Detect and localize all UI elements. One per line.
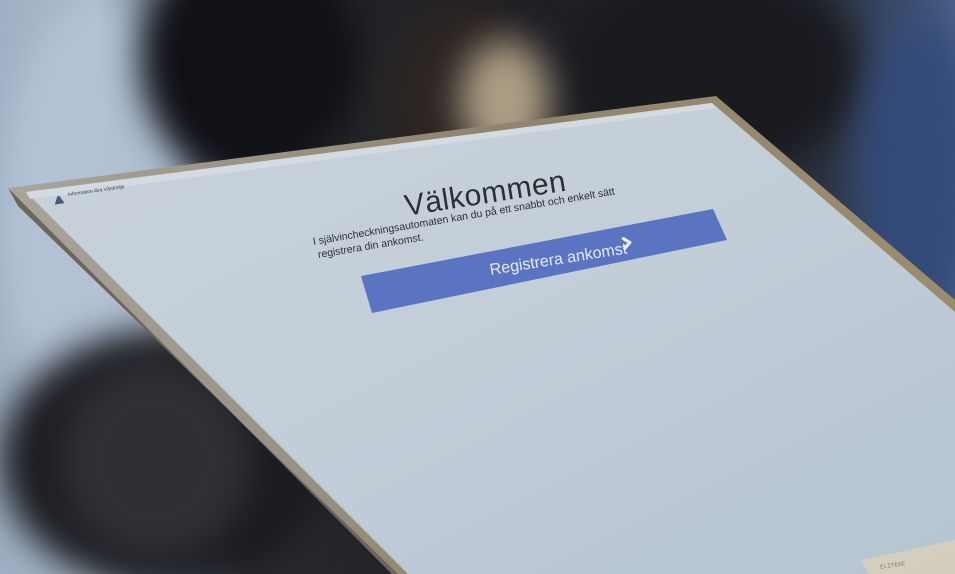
register-button-label: Registrera ankomst	[488, 240, 629, 279]
register-arrival-button[interactable]: Registrera ankomst	[0, 0, 955, 574]
photo: Information lära Vårdmiljö Välkommen I s…	[0, 0, 955, 574]
chevron-right-icon	[621, 237, 632, 250]
